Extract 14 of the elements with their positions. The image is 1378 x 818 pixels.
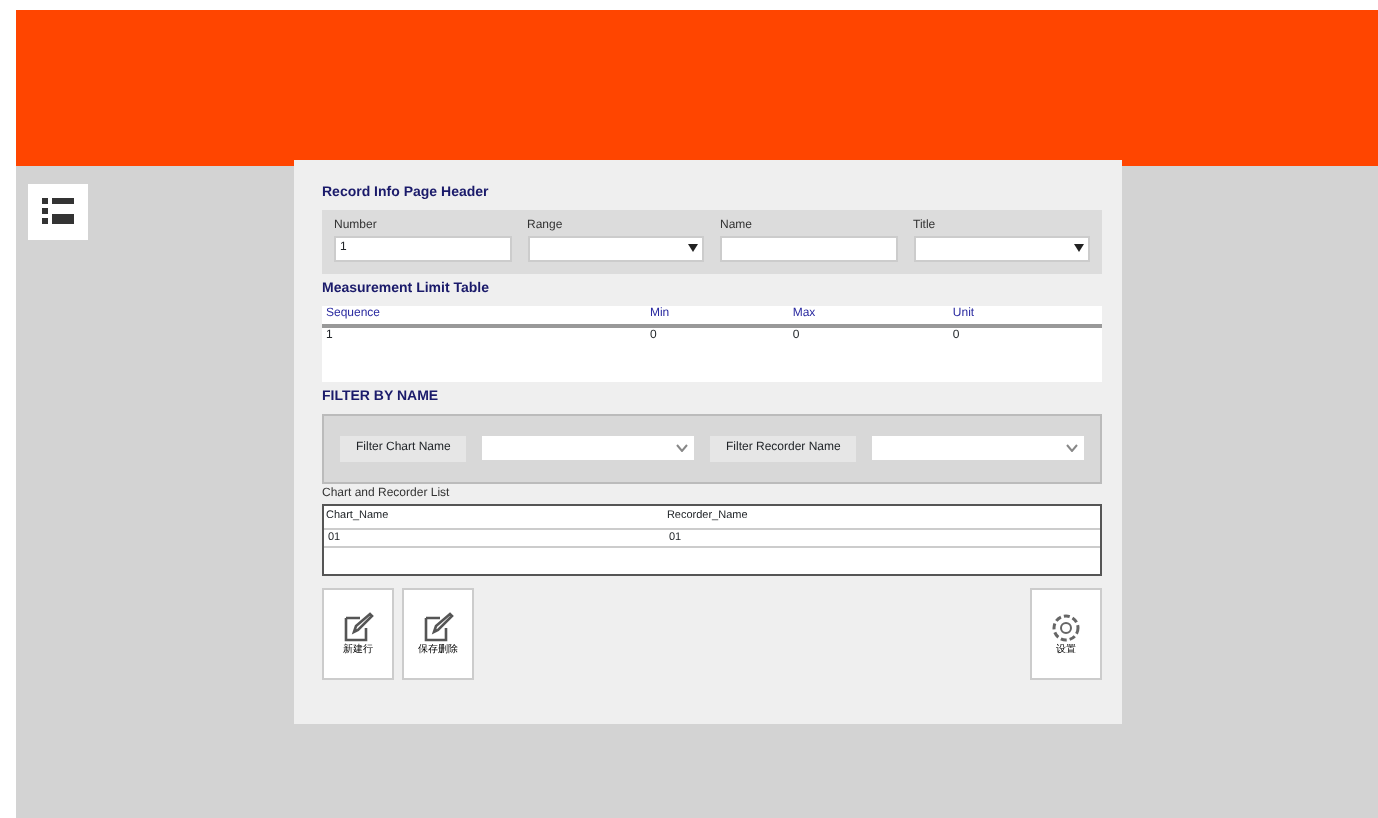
menu-icon: [42, 198, 74, 226]
input-field[interactable]: [720, 235, 897, 261]
edit-icon: [422, 611, 454, 643]
caret-icon: [1066, 443, 1079, 451]
menu-button[interactable]: [28, 184, 88, 240]
input-field[interactable]: [913, 235, 1090, 261]
input-field[interactable]: [527, 235, 704, 261]
caret-icon: [676, 443, 688, 451]
edit-icon: [342, 611, 374, 643]
dropdown-field[interactable]: [482, 435, 694, 459]
caret-icon: [1074, 244, 1084, 252]
gear-icon: [1050, 611, 1082, 643]
caret-icon: [688, 244, 698, 252]
dropdown-field[interactable]: [872, 435, 1085, 459]
